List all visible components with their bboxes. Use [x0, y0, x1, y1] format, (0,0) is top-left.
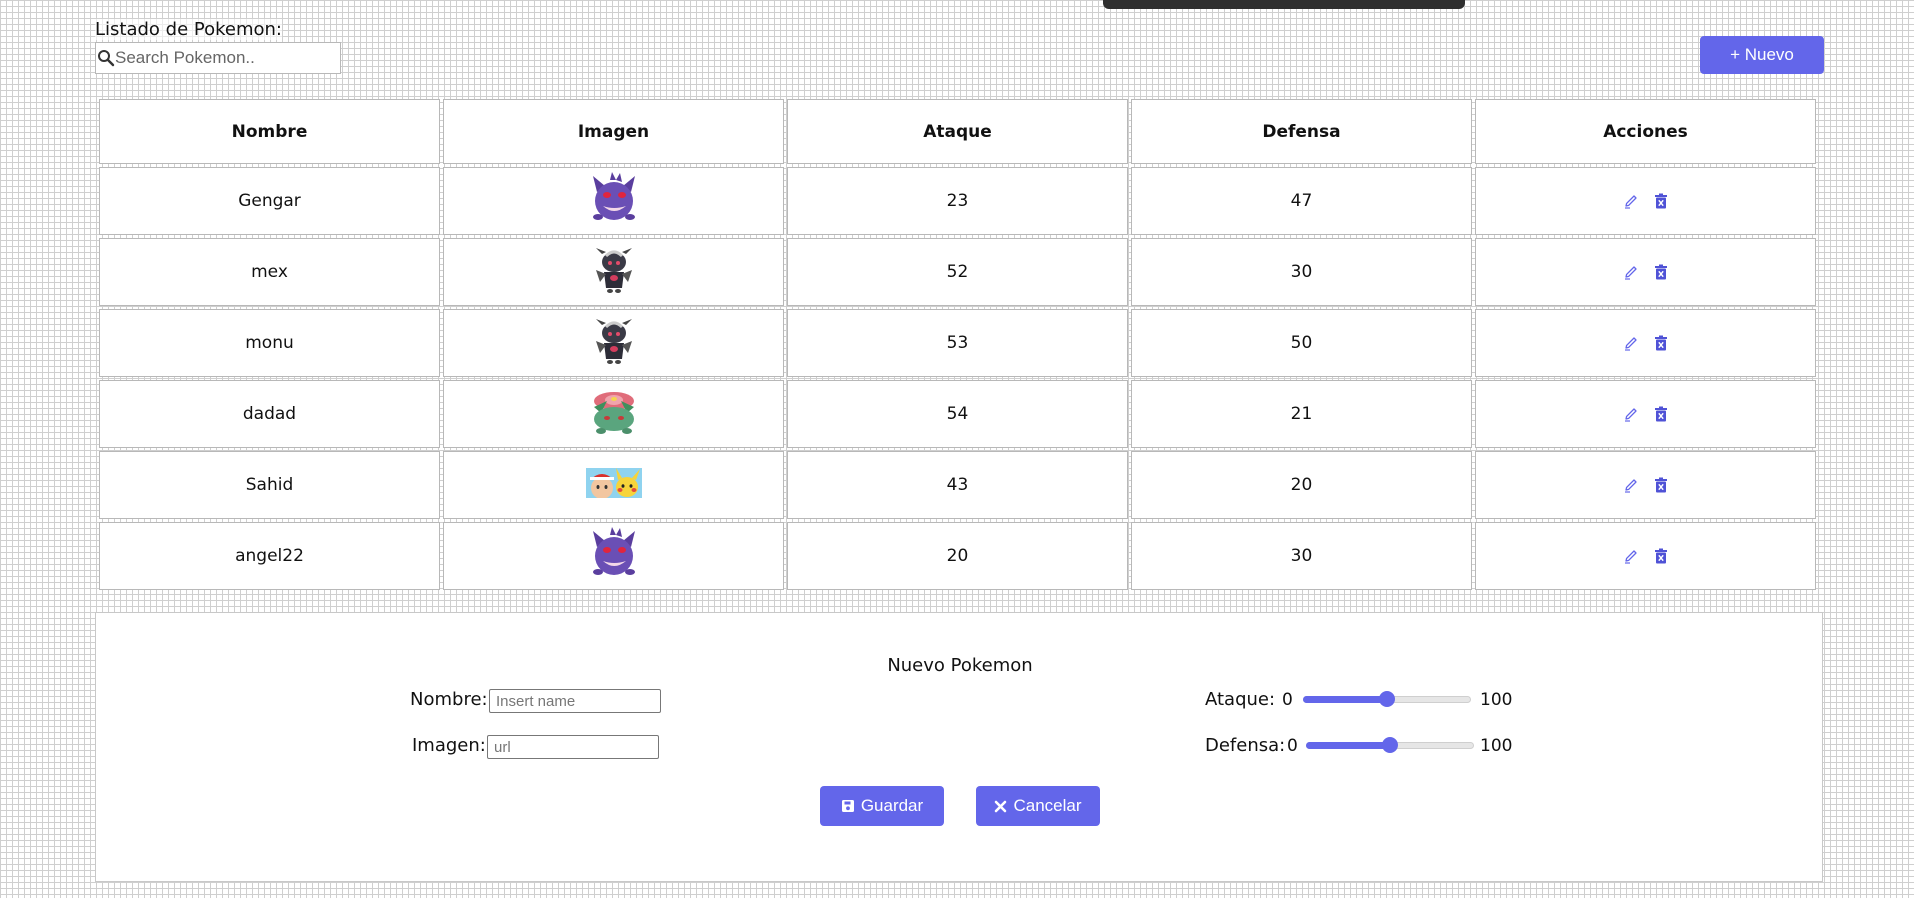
pokemon-name-cell: Gengar: [99, 167, 440, 235]
pokemon-actions-cell: [1475, 238, 1816, 306]
pokemon-defense-cell: 30: [1131, 238, 1472, 306]
ataque-slider-fill: [1303, 696, 1387, 703]
column-header-defensa: Defensa: [1131, 99, 1472, 164]
new-pokemon-button[interactable]: + Nuevo: [1700, 36, 1824, 74]
pokemon-table: Nombre Imagen Ataque Defensa Acciones Ge…: [96, 96, 1819, 593]
save-button-label: Guardar: [860, 796, 924, 815]
pokemon-image-cell: [443, 451, 784, 519]
delete-trash-icon[interactable]: [1653, 477, 1669, 493]
row-actions: [1476, 264, 1815, 280]
column-header-nombre: Nombre: [99, 99, 440, 164]
row-actions: [1476, 548, 1815, 564]
pokemon-defense-cell: 47: [1131, 167, 1472, 235]
ataque-slider[interactable]: [1303, 691, 1471, 707]
pokemon-attack-cell: 52: [787, 238, 1128, 306]
pokemon-image-gengar: [585, 525, 643, 583]
edit-pencil-icon[interactable]: [1623, 406, 1639, 422]
row-actions: [1476, 335, 1815, 351]
pokemon-defense-cell: 50: [1131, 309, 1472, 377]
pokemon-image-dark-figure: [588, 315, 640, 367]
defensa-slider[interactable]: [1306, 737, 1474, 753]
pokemon-actions-cell: [1475, 451, 1816, 519]
pokemon-defense-cell: 30: [1131, 522, 1472, 590]
ataque-min-label: 0: [1282, 690, 1293, 710]
save-icon: [841, 799, 855, 813]
pokemon-image-dark-figure: [588, 244, 640, 296]
pokemon-actions-cell: [1475, 522, 1816, 590]
edit-pencil-icon[interactable]: [1623, 548, 1639, 564]
table-row: dadad 54 21: [99, 380, 1816, 448]
column-header-imagen: Imagen: [443, 99, 784, 164]
pokemon-actions-cell: [1475, 309, 1816, 377]
delete-trash-icon[interactable]: [1653, 548, 1669, 564]
row-actions: [1476, 406, 1815, 422]
delete-trash-icon[interactable]: [1653, 193, 1669, 209]
edit-pencil-icon[interactable]: [1623, 335, 1639, 351]
pokemon-name-cell: mex: [99, 238, 440, 306]
nombre-input[interactable]: [489, 689, 661, 713]
new-pokemon-form: Nuevo Pokemon Nombre: Imagen: Ataque: 0 …: [95, 612, 1823, 882]
pokemon-name-cell: dadad: [99, 380, 440, 448]
imagen-label: Imagen:: [412, 735, 486, 756]
defensa-min-label: 0: [1287, 736, 1298, 756]
column-header-ataque: Ataque: [787, 99, 1128, 164]
edit-pencil-icon[interactable]: [1623, 477, 1639, 493]
search-input[interactable]: [115, 48, 340, 68]
defensa-max-label: 100: [1480, 736, 1513, 756]
cancel-button[interactable]: Cancelar: [976, 786, 1100, 826]
pokemon-image-cell: [443, 238, 784, 306]
pokemon-actions-cell: [1475, 380, 1816, 448]
table-row: Gengar 23 47: [99, 167, 1816, 235]
pokemon-name-cell: monu: [99, 309, 440, 377]
pokemon-image-venusaur: [587, 387, 641, 437]
pokemon-defense-cell: 20: [1131, 451, 1472, 519]
pokemon-attack-cell: 23: [787, 167, 1128, 235]
table-row: angel22 20 30: [99, 522, 1816, 590]
column-header-acciones: Acciones: [1475, 99, 1816, 164]
pokemon-attack-cell: 43: [787, 451, 1128, 519]
pokemon-actions-cell: [1475, 167, 1816, 235]
ataque-label: Ataque:: [1205, 689, 1276, 710]
pokemon-attack-cell: 54: [787, 380, 1128, 448]
table-header-row: Nombre Imagen Ataque Defensa Acciones: [99, 99, 1816, 164]
row-actions: [1476, 193, 1815, 209]
close-icon: [994, 800, 1007, 813]
pokemon-image-ash-pikachu: [585, 467, 642, 498]
table-row: monu 53 50: [99, 309, 1816, 377]
pokemon-attack-cell: 20: [787, 522, 1128, 590]
table-row: mex 52 30: [99, 238, 1816, 306]
pokemon-image-gengar: [585, 170, 643, 228]
pokemon-defense-cell: 21: [1131, 380, 1472, 448]
pokemon-image-cell: [443, 522, 784, 590]
form-title: Nuevo Pokemon: [887, 655, 1033, 676]
pokemon-image-cell: [443, 380, 784, 448]
top-dark-strip: [1103, 0, 1465, 9]
save-button[interactable]: Guardar: [820, 786, 944, 826]
pokemon-image-cell: [443, 167, 784, 235]
defensa-slider-fill: [1306, 742, 1390, 749]
delete-trash-icon[interactable]: [1653, 335, 1669, 351]
edit-pencil-icon[interactable]: [1623, 264, 1639, 280]
delete-trash-icon[interactable]: [1653, 406, 1669, 422]
table-row: Sahid 43 20: [99, 451, 1816, 519]
pokemon-name-cell: Sahid: [99, 451, 440, 519]
pokemon-name-cell: angel22: [99, 522, 440, 590]
imagen-url-input[interactable]: [487, 735, 659, 759]
nombre-label: Nombre:: [410, 689, 488, 710]
ataque-slider-thumb[interactable]: [1379, 691, 1395, 707]
search-box[interactable]: [95, 42, 341, 74]
ataque-max-label: 100: [1480, 690, 1513, 710]
defensa-slider-thumb[interactable]: [1382, 737, 1398, 753]
pokemon-attack-cell: 53: [787, 309, 1128, 377]
search-icon: [96, 43, 115, 73]
edit-pencil-icon[interactable]: [1623, 193, 1639, 209]
delete-trash-icon[interactable]: [1653, 264, 1669, 280]
cancel-button-label: Cancelar: [1013, 796, 1082, 815]
page-title: Listado de Pokemon:: [95, 19, 282, 40]
defensa-label: Defensa:: [1205, 735, 1286, 756]
row-actions: [1476, 477, 1815, 493]
pokemon-image-cell: [443, 309, 784, 377]
